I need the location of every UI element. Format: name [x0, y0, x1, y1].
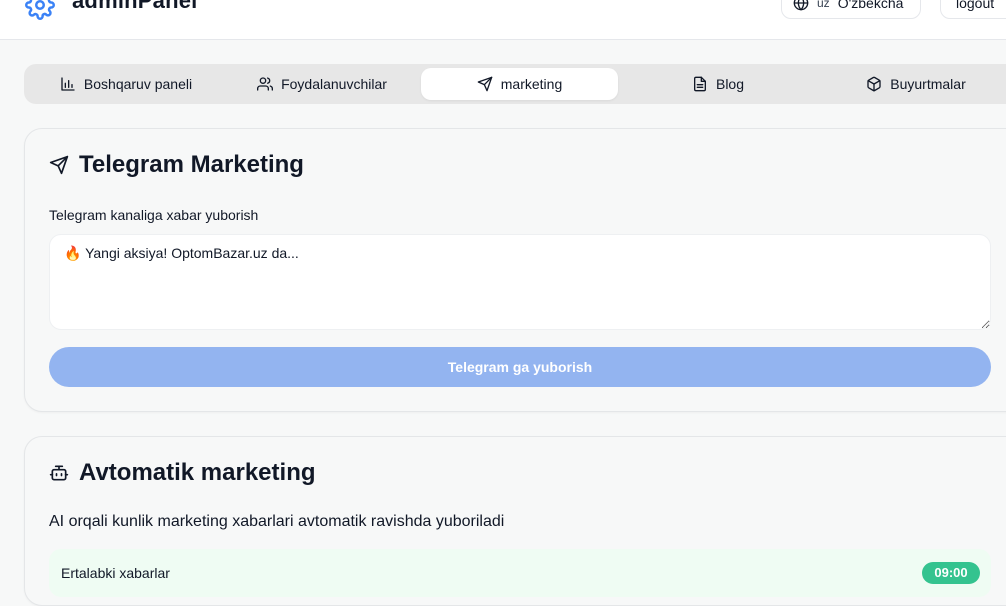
auto-marketing-description: AI orqali kunlik marketing xabarlari avt… — [49, 513, 505, 530]
card-title-text: Telegram Marketing — [79, 151, 304, 178]
tab-label: Foydalanuvchilar — [281, 76, 387, 92]
top-bar: adminPanel uz O'zbekcha logout — [0, 0, 1006, 40]
card-title: Telegram Marketing — [49, 151, 304, 179]
language-selector[interactable]: uz O'zbekcha — [781, 0, 921, 19]
bot-icon — [49, 465, 69, 481]
tab-dashboard[interactable]: Boshqaruv paneli — [36, 68, 216, 100]
card-title-text: Avtomatik marketing — [79, 459, 316, 486]
logout-button[interactable]: logout — [940, 0, 1006, 19]
users-icon — [257, 77, 274, 91]
file-text-icon — [693, 76, 706, 92]
tab-users[interactable]: Foydalanuvchilar — [224, 68, 420, 100]
globe-icon — [793, 0, 809, 10]
main-tabs: Boshqaruv paneli Foydalanuvchilar market… — [24, 64, 1006, 104]
brand-title: adminPanel — [72, 0, 198, 13]
tab-blog[interactable]: Blog — [620, 68, 816, 100]
language-name: O'zbekcha — [837, 0, 904, 11]
tab-label: Boshqaruv paneli — [83, 76, 193, 92]
card-title: Avtomatik marketing — [49, 459, 316, 487]
send-icon — [477, 76, 493, 92]
schedule-row-morning: Ertalabki xabarlar 09:00 — [49, 549, 991, 597]
time-badge: 09:00 — [922, 562, 980, 584]
tab-label: Buyurtmalar — [890, 76, 966, 92]
message-field-label: Telegram kanaliga xabar yuborish — [49, 207, 259, 223]
tab-orders[interactable]: Buyurtmalar — [818, 68, 1006, 100]
send-icon — [49, 155, 69, 175]
tab-marketing[interactable]: marketing — [421, 68, 618, 100]
package-icon — [867, 76, 881, 92]
bar-chart-icon — [61, 77, 75, 91]
schedule-label: Ertalabki xabarlar — [61, 565, 170, 581]
tab-label: marketing — [500, 76, 563, 92]
gear-icon — [25, 0, 55, 20]
auto-marketing-card: Avtomatik marketing AI orqali kunlik mar… — [24, 436, 1006, 606]
language-code: uz — [817, 0, 830, 10]
telegram-marketing-card: Telegram Marketing Telegram kanaliga xab… — [24, 128, 1006, 412]
message-textarea[interactable]: 🔥 Yangi aksiya! OptomBazar.uz da... — [49, 234, 991, 330]
tab-label: Blog — [715, 76, 745, 92]
send-telegram-button[interactable]: Telegram ga yuborish — [49, 347, 991, 387]
